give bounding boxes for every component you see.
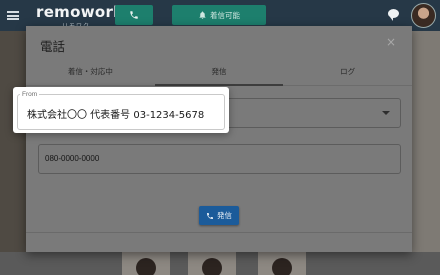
background-user-photo — [122, 252, 170, 275]
caller-dropdown-legend: From — [20, 91, 40, 98]
phone-icon — [130, 11, 138, 19]
background-user-photo — [188, 252, 236, 275]
background-right-column — [412, 31, 440, 275]
phone-button[interactable] — [115, 5, 153, 25]
phone-dialog: 電話 × 着信・対応中 発信 ログ 発信 — [26, 26, 412, 252]
tab-incoming[interactable]: 着信・対応中 — [26, 60, 155, 85]
availability-status-button[interactable]: 着信可能 — [172, 5, 266, 25]
background-user-photo — [258, 252, 306, 275]
chat-icon[interactable] — [388, 9, 399, 21]
avatar[interactable] — [411, 3, 436, 28]
caller-dropdown-option[interactable]: 株式会社〇〇 代表番号 03-1234-5678 — [27, 106, 204, 121]
menu-icon[interactable] — [7, 11, 19, 20]
status-label: 着信可能 — [210, 10, 240, 20]
dialog-tabs: 着信・対応中 発信 ログ — [26, 60, 412, 86]
background-sidebar — [0, 31, 26, 275]
app-logo: remowork — [36, 3, 124, 21]
phone-number-field[interactable] — [38, 144, 401, 174]
bell-icon — [199, 11, 206, 19]
call-button-label: 発信 — [217, 211, 232, 220]
phone-icon — [207, 212, 213, 219]
call-button[interactable]: 発信 — [199, 206, 239, 225]
tab-outgoing[interactable]: 発信 — [154, 60, 284, 86]
close-icon[interactable]: × — [386, 35, 396, 49]
phone-number-input[interactable] — [45, 154, 385, 163]
dialog-divider — [26, 232, 412, 233]
chevron-down-icon[interactable] — [382, 111, 390, 115]
dialog-title: 電話 — [40, 39, 66, 54]
tab-log[interactable]: ログ — [283, 60, 412, 85]
